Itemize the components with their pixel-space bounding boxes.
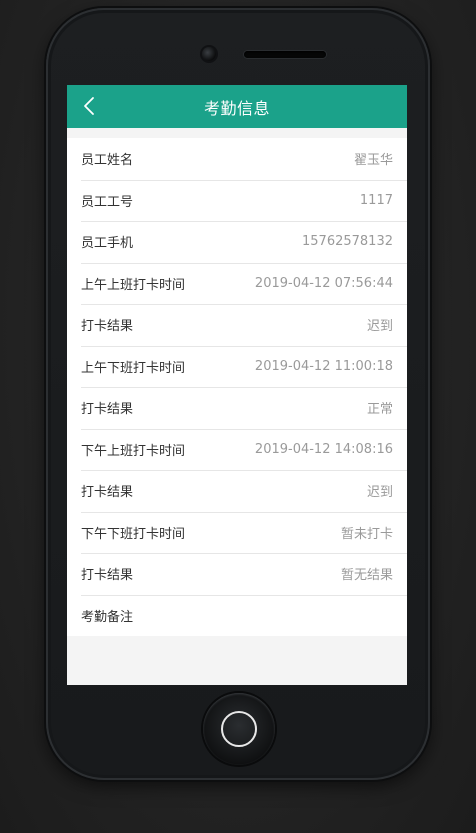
row-label: 下午上班打卡时间 bbox=[81, 443, 186, 459]
mockup-background: 考勤信息 员工姓名 翟玉华 员工工号 1117 员工手机 15762578132… bbox=[0, 0, 476, 833]
row-label: 打卡结果 bbox=[81, 319, 134, 335]
row-label: 员工工号 bbox=[81, 194, 134, 210]
row-label: 打卡结果 bbox=[81, 485, 134, 501]
row-value: 迟到 bbox=[366, 485, 393, 501]
row-value: 正常 bbox=[366, 402, 393, 418]
row-pm-checkout-result: 打卡结果 暂无结果 bbox=[67, 553, 407, 595]
row-value: 2019-04-12 11:00:18 bbox=[254, 358, 393, 374]
page-title: 考勤信息 bbox=[203, 98, 270, 118]
row-value: 2019-04-12 14:08:16 bbox=[254, 441, 393, 457]
attendance-info-list: 员工姓名 翟玉华 员工工号 1117 员工手机 15762578132 上午上班… bbox=[67, 138, 407, 636]
earpiece-speaker bbox=[244, 51, 326, 58]
row-value: 2019-04-12 07:56:44 bbox=[254, 275, 393, 291]
row-am-checkout-time: 上午下班打卡时间 2019-04-12 11:00:18 bbox=[67, 345, 407, 388]
row-value: 15762578132 bbox=[302, 234, 393, 250]
row-label: 打卡结果 bbox=[81, 402, 134, 418]
row-label: 员工姓名 bbox=[81, 153, 134, 169]
row-label: 下午下班打卡时间 bbox=[81, 526, 186, 542]
row-am-checkout-result: 打卡结果 正常 bbox=[67, 387, 407, 429]
row-label: 上午上班打卡时间 bbox=[81, 277, 186, 293]
row-value: 暂无结果 bbox=[340, 568, 393, 584]
chevron-left-icon bbox=[84, 97, 94, 115]
row-employee-id: 员工工号 1117 bbox=[67, 179, 407, 222]
row-am-checkin-result: 打卡结果 迟到 bbox=[67, 304, 407, 346]
row-label: 员工手机 bbox=[81, 236, 134, 252]
row-value: 翟玉华 bbox=[353, 153, 393, 169]
row-pm-checkin-time: 下午上班打卡时间 2019-04-12 14:08:16 bbox=[67, 428, 407, 471]
row-pm-checkout-time: 下午下班打卡时间 暂未打卡 bbox=[67, 511, 407, 554]
row-employee-name: 员工姓名 翟玉华 bbox=[67, 138, 407, 180]
header-bar: 考勤信息 bbox=[67, 85, 407, 128]
row-value: 迟到 bbox=[366, 319, 393, 335]
row-attendance-remark: 考勤备注 bbox=[67, 594, 407, 637]
row-employee-phone: 员工手机 15762578132 bbox=[67, 221, 407, 263]
row-value: 1117 bbox=[359, 192, 393, 208]
row-am-checkin-time: 上午上班打卡时间 2019-04-12 07:56:44 bbox=[67, 262, 407, 305]
row-value: 暂未打卡 bbox=[340, 526, 393, 542]
row-label: 考勤备注 bbox=[81, 609, 134, 625]
phone-screen: 考勤信息 员工姓名 翟玉华 员工工号 1117 员工手机 15762578132… bbox=[67, 85, 407, 685]
front-camera bbox=[202, 47, 216, 61]
back-button[interactable] bbox=[77, 93, 101, 119]
row-pm-checkin-result: 打卡结果 迟到 bbox=[67, 470, 407, 512]
row-label: 打卡结果 bbox=[81, 568, 134, 584]
row-label: 上午下班打卡时间 bbox=[81, 360, 186, 376]
home-button[interactable] bbox=[203, 693, 275, 765]
header-spacer bbox=[67, 128, 407, 138]
home-ring-icon bbox=[221, 711, 257, 747]
